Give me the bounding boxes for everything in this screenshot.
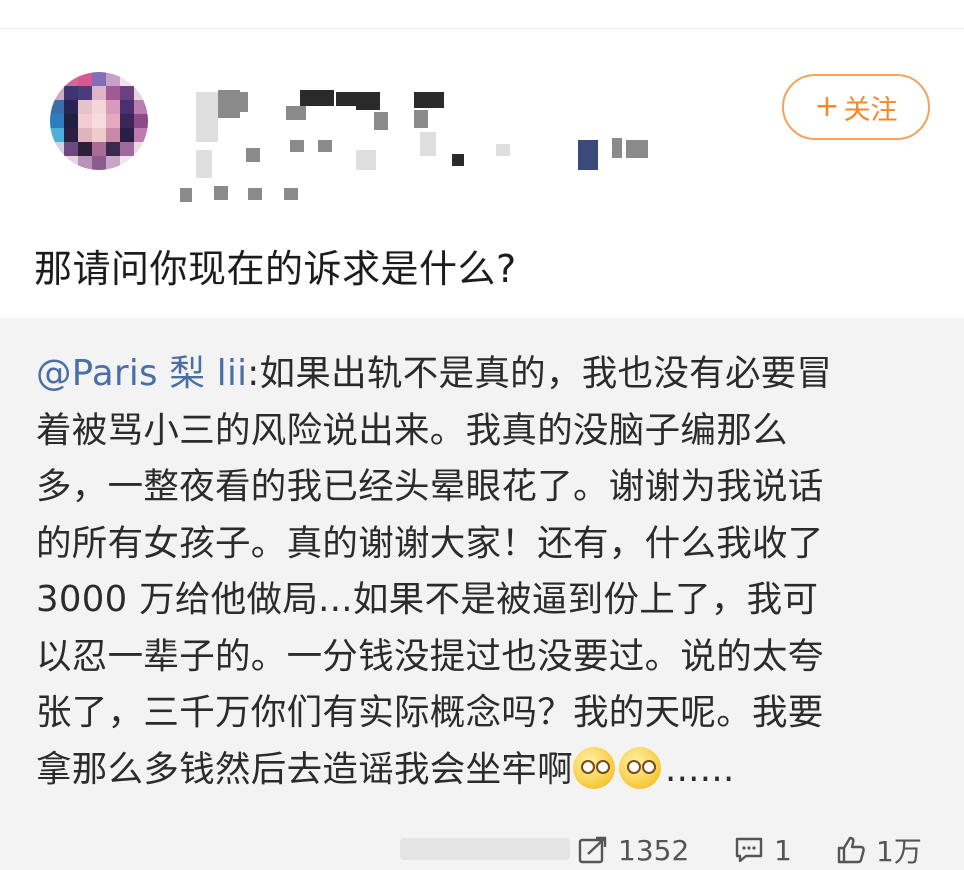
quote-line-5: 3000 万给他做局...如果不是被逼到份上了，我可 (36, 579, 819, 620)
ellipsis: ...... (665, 748, 735, 790)
dizzy-face-emoji-icon (573, 746, 616, 789)
post-text: 那请问你现在的诉求是什么? (34, 247, 517, 291)
quote-line-4: 的所有女孩子。真的谢谢大家！还有，什么我收了 (36, 522, 824, 564)
repost-button[interactable]: 1352 (578, 830, 689, 870)
follow-button[interactable]: + 关注 (782, 74, 930, 140)
quote-line-2: 着被骂小三的风险说出来。我真的没脑子编那么 (36, 409, 788, 451)
dizzy-face-emoji-icon (619, 746, 662, 789)
comment-count: 1 (774, 833, 792, 867)
quote-line-7: 张了，三千万你们有实际概念吗？我的天呢。我要 (36, 692, 824, 733)
avatar[interactable] (50, 72, 148, 170)
repost-icon (578, 836, 607, 864)
quote-line-3: 多，一整夜看的我已经头晕眼花了。谢谢为我说话 (36, 466, 824, 507)
action-bar: 1352 1 1万 (0, 830, 964, 870)
comment-icon (735, 837, 763, 863)
like-count: 1万 (876, 835, 922, 868)
comment-button[interactable]: 1 (734, 830, 792, 870)
mention-link[interactable]: @Paris 梨 lii (36, 353, 247, 394)
follow-label: 关注 (843, 94, 898, 126)
quoted-post-text: @Paris 梨 lii:如果出轨不是真的，我也没有必要冒 着被骂小三的风险说出… (36, 346, 936, 798)
like-button[interactable]: 1万 (836, 830, 922, 870)
quote-line-8: 拿那么多钱然后去造谣我会坐牢啊...... (36, 746, 735, 790)
plus-icon: + (814, 89, 840, 124)
divider (0, 28, 964, 29)
quote-line-1: @Paris 梨 lii:如果出轨不是真的，我也没有必要冒 (36, 353, 833, 394)
top-bar (0, 0, 964, 28)
repost-count: 1352 (618, 833, 690, 867)
quote-line-6: 以忍一辈子的。一分钱没提过也没要过。说的太夸 (36, 635, 824, 677)
thumbs-up-icon (837, 836, 865, 864)
